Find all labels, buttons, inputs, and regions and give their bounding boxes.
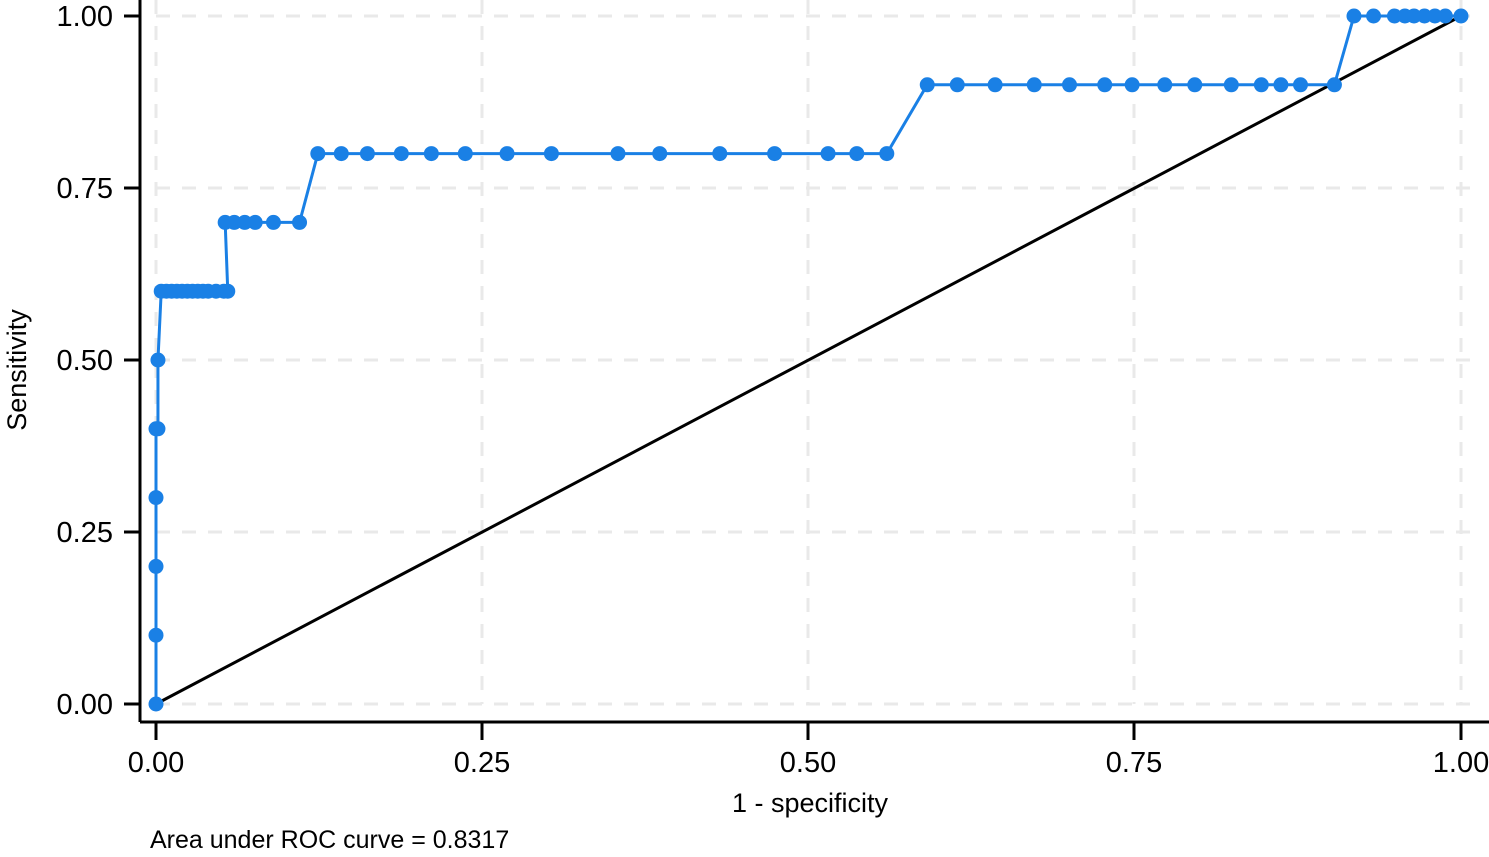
roc-data-point — [499, 146, 515, 162]
roc-data-point — [652, 146, 668, 162]
roc-data-point — [1273, 77, 1289, 93]
roc-data-point — [1346, 8, 1362, 24]
roc-data-point — [1366, 8, 1382, 24]
roc-data-point — [767, 146, 783, 162]
roc-data-point — [1253, 77, 1269, 93]
roc-data-point — [247, 214, 263, 230]
y-tick-label-075: 0.75 — [57, 173, 113, 205]
roc-data-point — [849, 146, 865, 162]
roc-data-point — [949, 77, 965, 93]
roc-data-point — [1453, 8, 1469, 24]
y-axis-title: Sensitivity — [2, 309, 32, 431]
roc-data-point — [310, 146, 326, 162]
roc-data-point — [150, 352, 166, 368]
x-tick-label-100: 1.00 — [1433, 747, 1489, 779]
x-tick-label-025: 0.25 — [454, 747, 510, 779]
roc-data-point — [1097, 77, 1113, 93]
roc-data-point — [712, 146, 728, 162]
roc-data-point — [1223, 77, 1239, 93]
figure-background — [0, 0, 1489, 857]
x-tick-label-050: 0.50 — [780, 747, 836, 779]
chart-canvas: 0.00 0.25 0.50 0.75 1.00 0.00 0.25 0.50 … — [0, 0, 1489, 857]
roc-data-point — [393, 146, 409, 162]
x-tick-label-000: 0.00 — [128, 747, 184, 779]
roc-data-point — [457, 146, 473, 162]
roc-data-point — [333, 146, 349, 162]
roc-data-point — [1437, 8, 1453, 24]
roc-data-point — [610, 146, 626, 162]
roc-data-point — [148, 627, 164, 643]
roc-data-point — [148, 696, 164, 712]
y-tick-label-025: 0.25 — [57, 517, 113, 549]
y-tick-label-000: 0.00 — [57, 689, 113, 721]
roc-data-point — [543, 146, 559, 162]
roc-data-point — [220, 283, 236, 299]
roc-data-point — [1062, 77, 1077, 93]
roc-data-point — [987, 77, 1003, 93]
y-tick-label-050: 0.50 — [57, 345, 113, 377]
roc-data-point — [1026, 77, 1042, 93]
auc-note: Area under ROC curve = 0.8317 — [150, 826, 509, 854]
roc-data-point — [265, 214, 281, 230]
roc-data-point — [148, 490, 164, 506]
roc-data-point — [879, 146, 895, 162]
roc-data-point — [359, 146, 375, 162]
roc-data-point — [150, 421, 166, 437]
roc-data-point — [423, 146, 439, 162]
x-axis-title: 1 - specificity — [732, 788, 889, 818]
roc-data-point — [820, 146, 836, 162]
roc-data-point — [1124, 77, 1140, 93]
y-tick-label-100: 1.00 — [57, 1, 113, 33]
roc-data-point — [148, 558, 164, 574]
roc-data-point — [1157, 77, 1173, 93]
roc-data-point — [1187, 77, 1203, 93]
roc-data-point — [1292, 77, 1308, 93]
x-tick-label-075: 0.75 — [1106, 747, 1162, 779]
roc-data-point — [1326, 77, 1342, 93]
roc-curve-figure: 0.00 0.25 0.50 0.75 1.00 0.00 0.25 0.50 … — [0, 0, 1489, 857]
roc-data-point — [292, 214, 308, 230]
roc-data-point — [919, 77, 935, 93]
